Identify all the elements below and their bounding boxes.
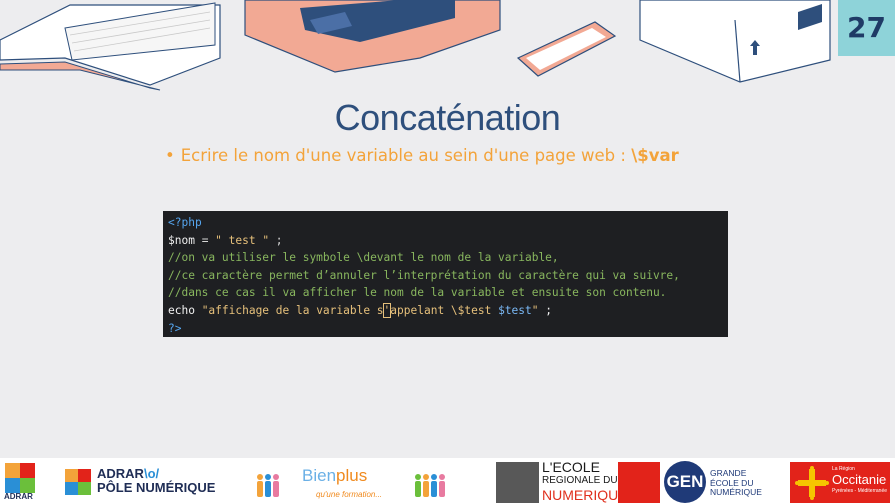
code-comment-2: //ce caractère permet d’annuler l’interp… <box>168 268 680 282</box>
plus-text: plus <box>336 466 368 485</box>
bien-text: Bien <box>302 466 337 485</box>
page-number-badge: 27 <box>838 0 895 56</box>
code-string-part-b: appelant \$test <box>390 303 499 317</box>
gen-logo: GEN <box>664 461 706 503</box>
code-string-part-c: " <box>531 303 539 317</box>
code-variable: $nom <box>168 233 195 247</box>
ecole-regionale-logo: L'ECOLE REGIONALE DU NUMERIQUE <box>542 460 628 502</box>
code-comment-1: //on va utiliser le symbole \devant le n… <box>168 251 559 265</box>
bullet-code: \$var <box>631 146 679 165</box>
gen-line3: NUMÉRIQUE <box>710 487 762 497</box>
code-operator: = <box>194 233 216 247</box>
bullet-marker: • <box>165 146 175 165</box>
people-group-icon <box>415 474 445 497</box>
pole-line2: PÔLE NUMÉRIQUE <box>97 480 216 495</box>
ecole-line1: L'ECOLE <box>542 459 600 475</box>
gen-logo-text: GRANDE ÉCOLE DU NUMÉRIQUE <box>710 468 762 498</box>
code-string-part-a: "affichage de la variable s <box>201 303 384 317</box>
occitanie-small-logo <box>618 462 660 503</box>
bullet-point: • Ecrire le nom d'une variable au sein d'… <box>165 146 679 165</box>
adrar-logo <box>5 463 35 493</box>
pole-numerique-icon <box>65 469 91 495</box>
php-close-tag: ?> <box>168 321 182 335</box>
occitanie-label: Occitanie <box>832 472 887 487</box>
pole-line1-icon: \o/ <box>143 466 160 481</box>
phone-illustration <box>516 21 617 77</box>
bullet-text: Ecrire le nom d'une variable au sein d'u… <box>180 146 632 165</box>
code-string: " test " <box>215 233 270 247</box>
code-line-1: <?php <box>168 214 728 232</box>
bienplus-tagline: qu'une formation... <box>316 490 383 499</box>
ecole-regionale-image <box>496 462 539 503</box>
book-illustration <box>0 2 221 91</box>
slide: 27 Concaténation • Ecrire le nom d'une va… <box>0 0 895 503</box>
laptop-illustration <box>244 0 501 73</box>
box-illustration <box>639 0 831 83</box>
occitan-cross-icon <box>795 466 829 500</box>
pole-line1: ADRAR <box>97 466 144 481</box>
code-terminator: ; <box>269 233 283 247</box>
people-icon <box>257 474 279 497</box>
ecole-line2: REGIONALE DU <box>542 475 618 486</box>
adrar-logo-text: ADRAR <box>4 492 33 501</box>
header-illustration <box>0 0 831 91</box>
occitanie-sub-label: Pyrénées - Méditerranée <box>832 488 888 494</box>
code-comment-3: //dans ce cas il va afficher le nom de l… <box>168 286 667 300</box>
code-block: <?php $nom = " test " ; //on va utiliser… <box>163 211 728 337</box>
slide-title: Concaténation <box>334 97 561 138</box>
pole-numerique-logo: ADRAR\o/ PÔLE NUMÉRIQUE <box>97 467 215 495</box>
code-line-2: $nom = " test " ; <box>168 232 728 250</box>
code-terminator: ; <box>538 303 552 317</box>
ecole-line3: NUMERIQUE <box>542 487 628 503</box>
code-echo-keyword: echo <box>168 303 202 317</box>
bienplus-logo: Bienplus <box>302 466 367 486</box>
partner-logos-footer: ADRAR ADRAR\o/ PÔLE NUMÉRIQUE Bienplus q… <box>0 458 895 503</box>
php-open-tag: <?php <box>168 216 202 229</box>
code-string-variable: $test <box>498 303 532 317</box>
code-line-6: echo "affichage de la variable s'appelan… <box>168 302 728 320</box>
